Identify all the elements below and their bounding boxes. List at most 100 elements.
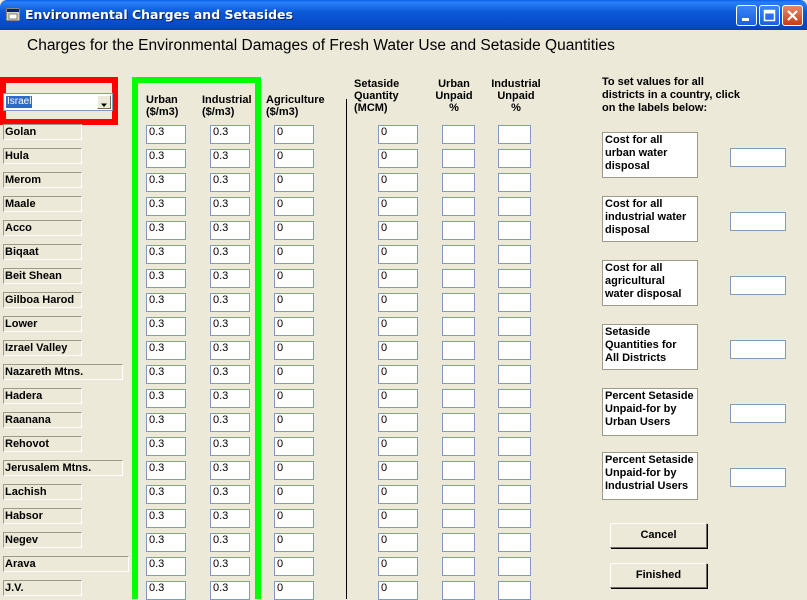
agriculture-input[interactable]: 0 [274,293,314,312]
set-all-value-input[interactable] [730,212,786,231]
set-all-label-button[interactable]: Setaside Quantities for All Districts [602,324,698,370]
setaside-input[interactable]: 0 [378,221,418,240]
setaside-input[interactable]: 0 [378,269,418,288]
urban-unpaid-input[interactable] [442,533,475,552]
urban-input[interactable]: 0.3 [146,317,186,336]
set-all-value-input[interactable] [730,276,786,295]
industrial-unpaid-input[interactable] [498,173,531,192]
finished-button[interactable]: Finished [610,563,707,588]
setaside-input[interactable]: 0 [378,413,418,432]
industrial-input[interactable]: 0.3 [210,365,250,384]
setaside-input[interactable]: 0 [378,509,418,528]
setaside-input[interactable]: 0 [378,317,418,336]
urban-unpaid-input[interactable] [442,125,475,144]
setaside-input[interactable]: 0 [378,197,418,216]
industrial-unpaid-input[interactable] [498,533,531,552]
set-all-value-input[interactable] [730,148,786,167]
industrial-input[interactable]: 0.3 [210,413,250,432]
industrial-unpaid-input[interactable] [498,245,531,264]
close-button[interactable] [782,5,803,26]
title-bar[interactable]: Environmental Charges and Setasides [0,0,807,30]
agriculture-input[interactable]: 0 [274,365,314,384]
urban-unpaid-input[interactable] [442,365,475,384]
agriculture-input[interactable]: 0 [274,197,314,216]
agriculture-input[interactable]: 0 [274,245,314,264]
industrial-unpaid-input[interactable] [498,557,531,576]
agriculture-input[interactable]: 0 [274,437,314,456]
industrial-input[interactable]: 0.3 [210,509,250,528]
setaside-input[interactable]: 0 [378,149,418,168]
urban-input[interactable]: 0.3 [146,533,186,552]
agriculture-input[interactable]: 0 [274,509,314,528]
industrial-unpaid-input[interactable] [498,413,531,432]
industrial-unpaid-input[interactable] [498,365,531,384]
set-all-label-button[interactable]: Cost for all industrial water disposal [602,196,698,242]
agriculture-input[interactable]: 0 [274,341,314,360]
setaside-input[interactable]: 0 [378,485,418,504]
urban-unpaid-input[interactable] [442,413,475,432]
set-all-value-input[interactable] [730,468,786,487]
industrial-unpaid-input[interactable] [498,197,531,216]
country-select[interactable]: Israel [3,93,113,111]
urban-input[interactable]: 0.3 [146,173,186,192]
urban-input[interactable]: 0.3 [146,245,186,264]
cancel-button[interactable]: Cancel [610,523,707,548]
industrial-unpaid-input[interactable] [498,269,531,288]
setaside-input[interactable]: 0 [378,389,418,408]
industrial-input[interactable]: 0.3 [210,557,250,576]
urban-input[interactable]: 0.3 [146,485,186,504]
urban-input[interactable]: 0.3 [146,341,186,360]
industrial-unpaid-input[interactable] [498,221,531,240]
agriculture-input[interactable]: 0 [274,461,314,480]
agriculture-input[interactable]: 0 [274,149,314,168]
maximize-button[interactable] [759,5,780,26]
industrial-unpaid-input[interactable] [498,437,531,456]
agriculture-input[interactable]: 0 [274,173,314,192]
urban-unpaid-input[interactable] [442,341,475,360]
industrial-input[interactable]: 0.3 [210,581,250,600]
industrial-input[interactable]: 0.3 [210,269,250,288]
agriculture-input[interactable]: 0 [274,389,314,408]
urban-input[interactable]: 0.3 [146,461,186,480]
set-all-label-button[interactable]: Percent Setaside Unpaid-for by Urban Users [602,388,698,436]
setaside-input[interactable]: 0 [378,293,418,312]
industrial-unpaid-input[interactable] [498,341,531,360]
setaside-input[interactable]: 0 [378,437,418,456]
industrial-unpaid-input[interactable] [498,461,531,480]
urban-unpaid-input[interactable] [442,437,475,456]
industrial-input[interactable]: 0.3 [210,221,250,240]
urban-unpaid-input[interactable] [442,293,475,312]
set-all-label-button[interactable]: Cost for all urban water disposal [602,132,698,178]
industrial-unpaid-input[interactable] [498,509,531,528]
urban-unpaid-input[interactable] [442,221,475,240]
industrial-unpaid-input[interactable] [498,581,531,600]
urban-input[interactable]: 0.3 [146,389,186,408]
industrial-input[interactable]: 0.3 [210,173,250,192]
industrial-input[interactable]: 0.3 [210,533,250,552]
industrial-unpaid-input[interactable] [498,293,531,312]
urban-unpaid-input[interactable] [442,557,475,576]
urban-unpaid-input[interactable] [442,581,475,600]
urban-input[interactable]: 0.3 [146,413,186,432]
urban-unpaid-input[interactable] [442,317,475,336]
agriculture-input[interactable]: 0 [274,413,314,432]
industrial-unpaid-input[interactable] [498,125,531,144]
urban-input[interactable]: 0.3 [146,197,186,216]
industrial-input[interactable]: 0.3 [210,125,250,144]
industrial-unpaid-input[interactable] [498,389,531,408]
agriculture-input[interactable]: 0 [274,221,314,240]
urban-input[interactable]: 0.3 [146,365,186,384]
set-all-label-button[interactable]: Percent Setaside Unpaid-for by Industrial … [602,452,698,500]
setaside-input[interactable]: 0 [378,365,418,384]
agriculture-input[interactable]: 0 [274,485,314,504]
industrial-unpaid-input[interactable] [498,485,531,504]
agriculture-input[interactable]: 0 [274,269,314,288]
agriculture-input[interactable]: 0 [274,581,314,600]
urban-input[interactable]: 0.3 [146,581,186,600]
urban-unpaid-input[interactable] [442,269,475,288]
set-all-label-button[interactable]: Cost for all agricultural water disposal [602,260,698,306]
industrial-unpaid-input[interactable] [498,317,531,336]
urban-unpaid-input[interactable] [442,173,475,192]
urban-unpaid-input[interactable] [442,245,475,264]
urban-input[interactable]: 0.3 [146,269,186,288]
